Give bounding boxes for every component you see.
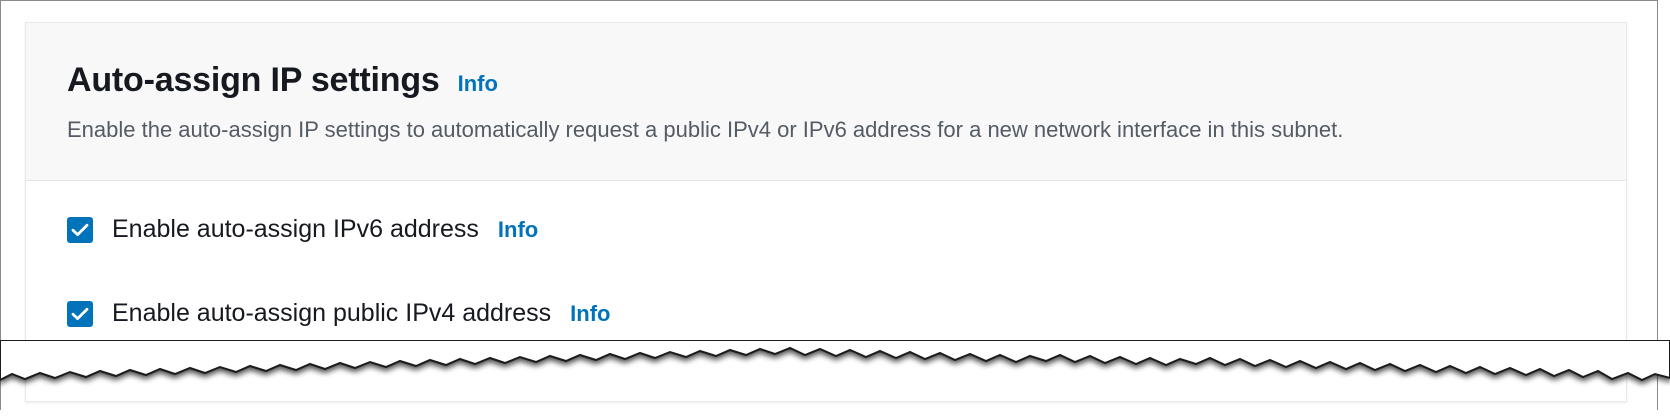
panel-header: Auto-assign IP settings Info Enable the … xyxy=(26,23,1626,181)
ipv4-info-link[interactable]: Info xyxy=(570,301,610,327)
checkmark-icon xyxy=(71,223,89,236)
ipv6-info-link[interactable]: Info xyxy=(498,217,538,243)
ipv4-auto-assign-option: Enable auto-assign public IPv4 address I… xyxy=(67,299,611,328)
title-row: Auto-assign IP settings Info xyxy=(67,61,498,100)
section-title: Auto-assign IP settings xyxy=(67,61,440,99)
screenshot-canvas: Auto-assign IP settings Info Enable the … xyxy=(0,0,1670,418)
ipv4-auto-assign-checkbox[interactable] xyxy=(67,300,93,327)
ipv6-auto-assign-label[interactable]: Enable auto-assign IPv6 address xyxy=(112,215,479,244)
checkmark-icon xyxy=(71,307,89,320)
torn-edge-shape xyxy=(0,340,1670,382)
section-info-link[interactable]: Info xyxy=(458,71,498,97)
torn-edge xyxy=(0,340,1670,382)
ipv4-auto-assign-label[interactable]: Enable auto-assign public IPv4 address xyxy=(112,299,551,328)
ipv6-auto-assign-option: Enable auto-assign IPv6 address Info xyxy=(67,215,538,244)
section-description: Enable the auto-assign IP settings to au… xyxy=(67,117,1344,142)
ipv6-auto-assign-checkbox[interactable] xyxy=(67,216,93,243)
